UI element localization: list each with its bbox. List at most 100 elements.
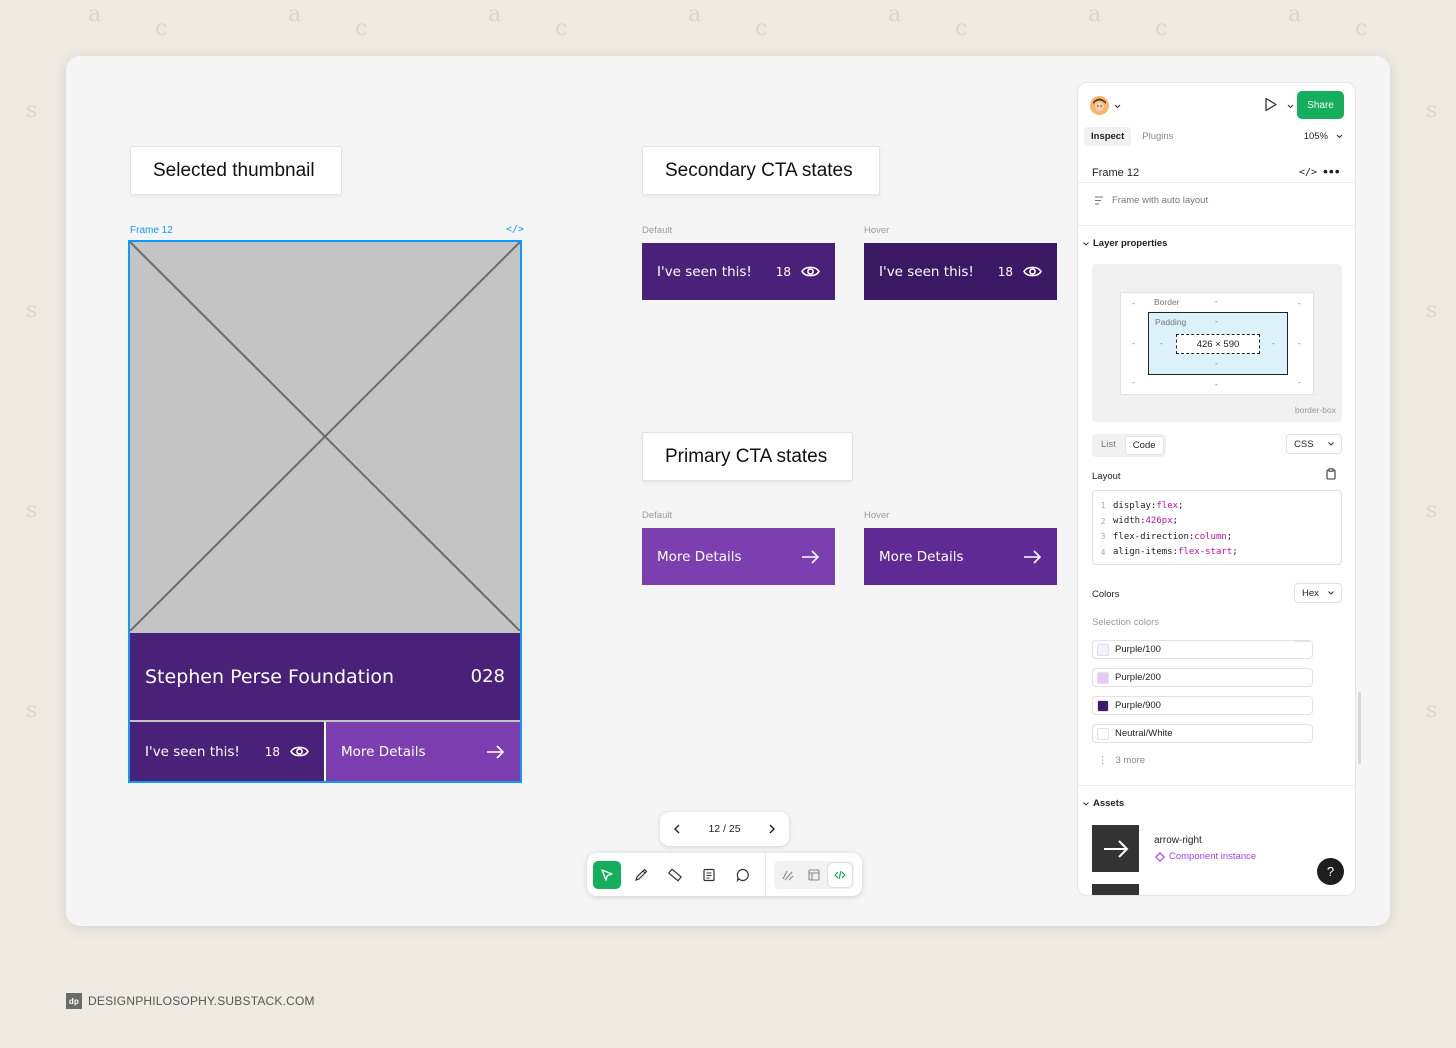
primary-cta-default[interactable]: More Details — [642, 528, 835, 585]
layer-properties-header[interactable]: Layer properties — [1083, 238, 1167, 249]
box-model-diagram: Border - - - - - - - - Padding - - - - 4… — [1092, 264, 1342, 422]
primary-cta-hover[interactable]: More Details — [864, 528, 1057, 585]
color-swatch — [1097, 727, 1109, 740]
view-toggle: List Code — [1092, 434, 1166, 457]
prev-frame-button[interactable] — [660, 812, 694, 846]
code-line: 4 align-items: flex-start; — [1100, 547, 1238, 558]
secondary-cta-label: Secondary CTA states — [642, 146, 880, 195]
asset-thumbnail[interactable] — [1092, 825, 1139, 872]
design-mode[interactable] — [802, 863, 826, 887]
color-row[interactable]: Purple/200 — [1092, 668, 1313, 687]
toolbar-divider — [765, 853, 766, 896]
ruler-icon — [668, 867, 682, 882]
copy-icon[interactable] — [1326, 468, 1336, 480]
layout-label: Layout — [1092, 471, 1121, 482]
component-icon — [1155, 851, 1165, 862]
list-view-toggle[interactable]: List — [1094, 436, 1123, 455]
thumbnail-number: 028 — [470, 666, 505, 687]
seen-count: 18 — [997, 264, 1013, 279]
color-format-select[interactable]: Hex — [1294, 583, 1342, 603]
avatar-face-icon — [1090, 96, 1109, 115]
eyedropper-tool[interactable] — [627, 861, 655, 889]
measure-tool[interactable] — [661, 861, 689, 889]
divider — [1078, 785, 1355, 786]
code-icon — [834, 870, 846, 879]
border-label: Border — [1154, 297, 1180, 307]
chevron-down-icon[interactable] — [1287, 104, 1294, 109]
panel-scrollbar[interactable] — [1358, 692, 1361, 764]
secondary-cta-default[interactable]: I've seen this! 18 — [642, 243, 835, 300]
tab-plugins[interactable]: Plugins — [1135, 127, 1180, 146]
state-default-label: Default — [642, 510, 673, 521]
vertical-dots-icon: ⋮ — [1098, 755, 1108, 766]
color-row[interactable]: Neutral/White — [1092, 724, 1313, 743]
primary-cta-label: More Details — [879, 548, 964, 565]
comment-tool[interactable] — [729, 861, 757, 889]
arrow-right-icon — [487, 744, 505, 759]
tab-inspect[interactable]: Inspect — [1084, 127, 1132, 146]
bottom-toolbar — [587, 853, 862, 896]
frame-type-row: Frame with auto layout — [1094, 195, 1208, 206]
mode-group — [774, 860, 854, 889]
move-tool[interactable] — [593, 860, 621, 889]
color-swatch — [1097, 699, 1109, 712]
color-swatch — [1097, 643, 1109, 656]
more-details-button[interactable]: More Details — [326, 722, 520, 781]
border-box: Border - - - - - - - - Padding - - - - 4… — [1120, 292, 1314, 395]
state-hover-label: Hover — [864, 510, 890, 521]
asset-thumbnail[interactable] — [1092, 884, 1139, 895]
more-icon[interactable]: ••• — [1323, 163, 1341, 179]
primary-cta-label: Primary CTA states — [642, 432, 853, 481]
arrow-right-icon — [802, 549, 820, 564]
seen-count: 18 — [775, 264, 791, 279]
chevron-left-icon — [674, 824, 680, 834]
color-row[interactable]: Purple/100 — [1092, 640, 1313, 659]
next-frame-button[interactable] — [755, 812, 789, 846]
auto-layout-icon — [1095, 196, 1103, 205]
canvas-window: Selected thumbnail Secondary CTA states … — [66, 56, 1390, 926]
footer-url[interactable]: DESIGNPHILOSOPHY.SUBSTACK.COM — [88, 994, 315, 1008]
assets-header[interactable]: Assets — [1083, 798, 1124, 809]
padding-box: Padding - - - - 426 × 590 — [1148, 312, 1288, 375]
layout-icon — [808, 868, 820, 881]
code-icon[interactable]: </> — [1299, 167, 1317, 178]
color-swatch — [1097, 671, 1109, 684]
state-hover-label: Hover — [864, 225, 890, 236]
language-select[interactable]: CSS — [1286, 434, 1342, 454]
share-button[interactable]: Share — [1297, 91, 1344, 119]
annotate-tool[interactable] — [695, 861, 723, 889]
thumbnail-title: Stephen Perse Foundation — [145, 665, 395, 688]
thumbnail-frame[interactable]: Stephen Perse Foundation 028 I've seen t… — [128, 240, 522, 783]
help-button[interactable]: ? — [1317, 858, 1344, 885]
eyedropper-icon — [635, 868, 648, 881]
code-icon[interactable]: </> — [506, 224, 524, 235]
chevron-down-icon — [1336, 134, 1343, 139]
state-default-label: Default — [642, 225, 673, 236]
seen-label: I've seen this! — [145, 743, 240, 760]
content-dimensions: 426 × 590 — [1176, 334, 1260, 354]
code-line: 3 flex-direction: column; — [1100, 531, 1233, 542]
frame-name-tag[interactable]: Frame 12 — [130, 225, 173, 236]
css-code-block[interactable]: 1 display: flex; 2 width: 426px; 3 flex-dir… — [1092, 490, 1342, 565]
avatar[interactable] — [1090, 96, 1109, 115]
secondary-cta-label: I've seen this! — [657, 263, 752, 280]
chevron-down-icon[interactable] — [1114, 104, 1121, 109]
image-placeholder — [130, 242, 520, 631]
more-colors-link[interactable]: ⋮ 3 more — [1098, 755, 1145, 766]
seen-button[interactable]: I've seen this! 18 — [130, 722, 324, 781]
eye-icon — [1023, 266, 1042, 277]
padding-label: Padding — [1155, 317, 1187, 327]
color-row[interactable]: Purple/900 — [1092, 696, 1313, 715]
zoom-control[interactable]: 105% — [1304, 131, 1343, 142]
site-logo: dp — [66, 993, 82, 1009]
secondary-cta-hover[interactable]: I've seen this! 18 — [864, 243, 1057, 300]
eye-icon — [290, 746, 309, 757]
thumbnail-actions: I've seen this! 18 More Details — [130, 722, 520, 781]
more-details-label: More Details — [341, 743, 426, 760]
code-view-toggle[interactable]: Code — [1124, 436, 1164, 455]
play-icon[interactable] — [1264, 97, 1278, 112]
zoom-level: 105% — [1303, 131, 1328, 142]
dev-mode[interactable] — [828, 862, 852, 887]
colors-label: Colors — [1092, 589, 1120, 600]
draw-mode[interactable] — [776, 863, 800, 887]
